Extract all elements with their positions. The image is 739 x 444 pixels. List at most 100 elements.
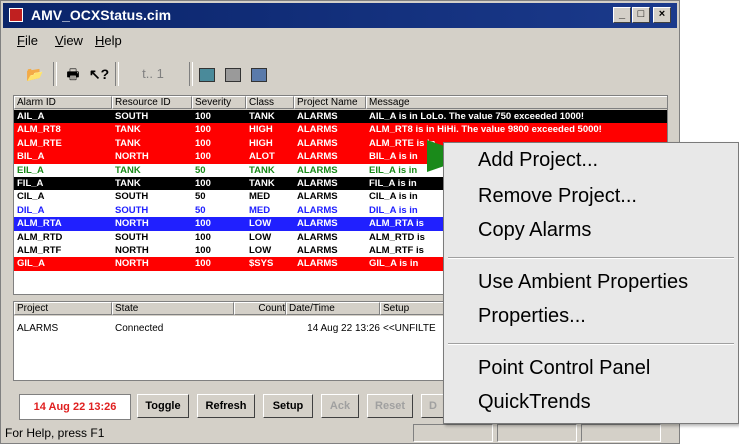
alarm-cell: TANK xyxy=(115,164,141,176)
project-column-header[interactable]: Date/Time xyxy=(286,302,380,315)
alarm-cell: AIL_A xyxy=(17,111,45,122)
alarm-cell: 100 xyxy=(195,111,211,122)
menu-item-add-project[interactable]: Add Project... xyxy=(478,149,598,172)
alarm-column-header[interactable]: Severity xyxy=(192,96,246,109)
context-menu: Add Project... Remove Project... Copy Al… xyxy=(443,142,739,424)
alarm-cell: ALARMS xyxy=(297,231,338,243)
status-pane xyxy=(497,424,577,442)
open-folder-icon[interactable]: 📂 xyxy=(23,63,47,85)
alarm-cell: ALARMS xyxy=(297,244,338,256)
menu-help[interactable]: Help xyxy=(95,33,122,48)
menu-item-remove-project[interactable]: Remove Project... xyxy=(478,185,637,208)
alarm-column-header[interactable]: Project Name xyxy=(294,96,366,109)
print-icon[interactable]: 🖶 xyxy=(61,63,85,85)
alarm-cell: NORTH xyxy=(115,244,149,256)
setup-button[interactable]: Setup xyxy=(263,394,313,418)
alarm-column-header[interactable]: Alarm ID xyxy=(14,96,112,109)
d-button[interactable]: D xyxy=(421,394,445,418)
menu-view[interactable]: View xyxy=(55,33,83,48)
alarm-cell: ALARMS xyxy=(297,204,338,216)
alarm-cell: TANK xyxy=(249,164,275,176)
alarm-cell: 100 xyxy=(195,137,211,149)
context-help-icon[interactable]: ↖? xyxy=(87,63,111,85)
menu-item-quicktrends[interactable]: QuickTrends xyxy=(478,391,591,414)
alarm-cell: ALARMS xyxy=(297,258,338,270)
alarm-row[interactable]: AIL_A SOUTH 100 TANK ALARMS AIL_A is in LoLo.… xyxy=(14,110,667,124)
alarm-column-header[interactable]: Resource ID xyxy=(112,96,192,109)
alarm-cell: FIL_A xyxy=(17,177,44,189)
alarm-column-header[interactable]: Message xyxy=(366,96,667,109)
alarm-row[interactable]: ALM_RT8 TANK 100 HIGH ALARMS ALM_RT8 is in Hi… xyxy=(14,123,667,137)
view-grid-icon[interactable] xyxy=(195,63,219,85)
view-list-icon[interactable] xyxy=(221,63,245,85)
refresh-button[interactable]: Refresh xyxy=(197,394,255,418)
alarm-cell: DIL_A xyxy=(17,204,45,216)
menu-item-use-ambient-properties[interactable]: Use Ambient Properties xyxy=(478,271,688,294)
alarm-cell: $SYS xyxy=(249,258,274,270)
alarm-cell: 50 xyxy=(195,164,206,176)
menu-item-copy-alarms[interactable]: Copy Alarms xyxy=(478,219,591,242)
project-cell: 14 Aug 22 13:26 xyxy=(307,323,380,334)
status-pane xyxy=(413,424,493,442)
alarm-cell: 100 xyxy=(195,258,211,270)
alarm-cell: 100 xyxy=(195,124,211,136)
alarm-cell: SOUTH xyxy=(115,231,149,243)
project-column-header[interactable]: Count xyxy=(234,302,286,315)
alarm-cell: ALARMS xyxy=(297,124,338,136)
alarm-cell: MED xyxy=(249,204,271,216)
alarm-cell: ALM_RTE xyxy=(17,137,62,149)
alarm-cell: 50 xyxy=(195,191,206,203)
toggle-button[interactable]: Toggle xyxy=(137,394,189,418)
alarm-cell: TANK xyxy=(115,137,141,149)
filter-count-label: t.. 1 xyxy=(142,66,164,81)
alarm-cell: LOW xyxy=(249,244,272,256)
ack-button[interactable]: Ack xyxy=(321,394,359,418)
reset-button[interactable]: Reset xyxy=(367,394,413,418)
view-split-icon[interactable] xyxy=(247,63,271,85)
alarm-cell: HIGH xyxy=(249,124,273,136)
alarm-cell: NORTH xyxy=(115,151,149,163)
menu-item-properties[interactable]: Properties... xyxy=(478,305,586,328)
alarm-cell: TANK xyxy=(115,124,141,136)
alarm-cell: 100 xyxy=(195,231,211,243)
alarm-cell: SOUTH xyxy=(115,191,149,203)
maximize-button[interactable]: □ xyxy=(632,7,650,23)
alarm-cell: ALARMS xyxy=(297,218,338,230)
menu-item-point-control-panel[interactable]: Point Control Panel xyxy=(478,357,650,380)
alarm-grid-header: Alarm ID Resource ID Severity Class Project … xyxy=(14,96,667,110)
alarm-cell: AIL_A is in LoLo. The value 750 exceeded… xyxy=(369,111,585,122)
menu-file[interactable]: File xyxy=(17,33,38,48)
minimize-button[interactable]: _ xyxy=(613,7,631,23)
toolbar: 📂 🖶 ↖? t.. 1 xyxy=(11,59,671,91)
toolbar-separator xyxy=(189,62,193,86)
alarm-cell: TANK xyxy=(115,177,141,189)
alarm-cell: 100 xyxy=(195,177,211,189)
alarm-cell: ALM_RTA xyxy=(17,218,62,230)
alarm-cell: LOW xyxy=(249,218,272,230)
alarm-cell: BIL_A xyxy=(17,151,45,163)
status-bar: For Help, press F1 xyxy=(3,423,677,443)
alarm-cell: GIL_A xyxy=(17,258,45,270)
alarm-cell: ALM_RTD xyxy=(17,231,63,243)
menu-separator xyxy=(448,343,734,345)
alarm-cell: ALM_RTF xyxy=(17,244,62,256)
project-cell: Connected xyxy=(115,323,164,334)
alarm-cell: 100 xyxy=(195,218,211,230)
alarm-cell: ALARMS xyxy=(297,137,338,149)
alarm-cell: ALARMS xyxy=(297,111,338,122)
project-column-header[interactable]: State xyxy=(112,302,234,315)
title-bar[interactable]: AMV_OCXStatus.cim _ □ × xyxy=(3,3,677,28)
status-pane xyxy=(581,424,661,442)
alarm-cell: ALARMS xyxy=(297,151,338,163)
alarm-cell: LOW xyxy=(249,231,272,243)
alarm-cell: SOUTH xyxy=(115,204,149,216)
close-button[interactable]: × xyxy=(653,7,671,23)
alarm-cell: TANK xyxy=(249,111,275,122)
alarm-cell: EIL_A xyxy=(17,164,44,176)
project-column-header[interactable]: Project xyxy=(14,302,112,315)
alarm-column-header[interactable]: Class xyxy=(246,96,294,109)
alarm-cell: 50 xyxy=(195,204,206,216)
alarm-cell: 100 xyxy=(195,151,211,163)
alarm-cell: 100 xyxy=(195,244,211,256)
alarm-cell: TANK xyxy=(249,177,275,189)
